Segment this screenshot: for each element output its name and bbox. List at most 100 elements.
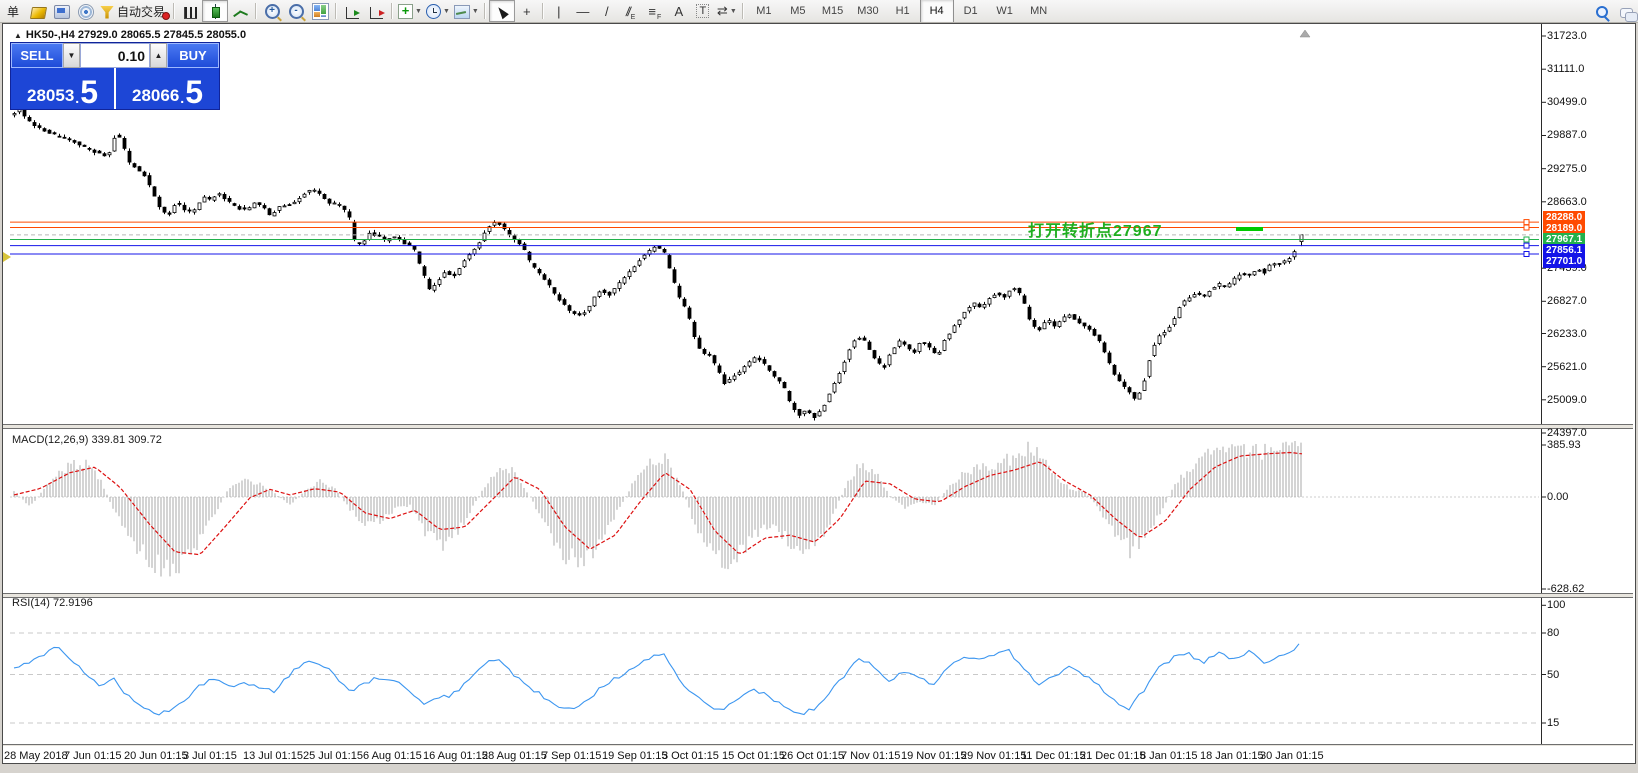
date-tick-label: 6 Aug 01:15 bbox=[363, 750, 422, 762]
support-line-1[interactable] bbox=[10, 243, 1539, 248]
line-handle[interactable] bbox=[1524, 237, 1529, 242]
vline-button[interactable]: | bbox=[547, 1, 571, 21]
toolbar-separator bbox=[484, 3, 486, 19]
tf-m15[interactable]: M15 bbox=[815, 0, 850, 23]
price-tick-label: 31723.0 bbox=[1547, 30, 1587, 42]
text-label-button[interactable]: T bbox=[691, 1, 715, 21]
tf-h1[interactable]: H1 bbox=[886, 0, 920, 23]
support-line-2[interactable] bbox=[10, 252, 1539, 257]
channel-button[interactable]: //E bbox=[619, 1, 643, 21]
trendline-button[interactable]: / bbox=[595, 1, 619, 21]
line-handle[interactable] bbox=[1524, 252, 1529, 257]
rsi-scale-label: 100 bbox=[1547, 599, 1565, 611]
volume-input[interactable] bbox=[81, 44, 149, 67]
autotrading-button[interactable]: 自动交易 bbox=[98, 1, 170, 21]
sell-price[interactable]: 28053.5 bbox=[11, 68, 114, 109]
tf-m5[interactable]: M5 bbox=[781, 0, 815, 23]
cursor-button[interactable] bbox=[489, 0, 515, 22]
rsi-pane-separator[interactable] bbox=[3, 593, 1633, 598]
templates-button[interactable]: ▼ bbox=[452, 1, 481, 21]
tf-d1[interactable]: D1 bbox=[954, 0, 988, 23]
toolbar-separator bbox=[173, 3, 175, 19]
date-tick-label: 3 Jul 01:15 bbox=[183, 750, 237, 762]
tf-mn[interactable]: MN bbox=[1022, 0, 1056, 23]
resistance-line-2[interactable] bbox=[10, 225, 1539, 230]
line-handle[interactable] bbox=[1524, 225, 1529, 230]
zoom-in-icon: + bbox=[265, 4, 280, 19]
sell-button[interactable]: SELL bbox=[11, 43, 63, 68]
bar-chart-icon bbox=[184, 7, 197, 19]
price-tick-label: 26827.0 bbox=[1547, 295, 1587, 307]
chat-icon[interactable] bbox=[1614, 1, 1638, 21]
one-click-trade-panel: SELL ▼ ▲ BUY 28053.5 28066.5 bbox=[10, 42, 220, 110]
line-chart-icon[interactable] bbox=[228, 1, 252, 21]
line-handle[interactable] bbox=[1524, 220, 1529, 225]
tf-m1[interactable]: M1 bbox=[747, 0, 781, 23]
price-tick-label: 25621.0 bbox=[1547, 361, 1587, 373]
periods-button[interactable]: ▼ bbox=[424, 1, 452, 21]
dropdown-arrow-icon[interactable]: ▼ bbox=[730, 8, 737, 15]
date-tick-label: 19 Nov 01:15 bbox=[901, 750, 966, 762]
toolbar-separator bbox=[391, 3, 393, 19]
chart-shift-marker[interactable] bbox=[1300, 30, 1310, 37]
dropdown-arrow-icon[interactable]: ▼ bbox=[443, 8, 450, 15]
arrows-button[interactable]: ⇄▼ bbox=[715, 1, 739, 21]
dropdown-arrow-icon[interactable]: ▼ bbox=[415, 8, 422, 15]
text-label-button: T bbox=[696, 4, 709, 18]
signals-icon[interactable] bbox=[74, 1, 98, 21]
auto-scroll-icon bbox=[346, 7, 359, 19]
zoom-out-icon[interactable]: - bbox=[284, 1, 308, 21]
dropdown-arrow-icon[interactable]: ▼ bbox=[472, 8, 479, 15]
date-tick-label: 11 Dec 01:15 bbox=[1021, 750, 1086, 762]
collapse-icon[interactable]: ▲ bbox=[14, 31, 22, 40]
search-icon[interactable] bbox=[1590, 1, 1614, 21]
chart-shift-icon[interactable] bbox=[364, 1, 388, 21]
buy-button[interactable]: BUY bbox=[167, 43, 219, 68]
line-handle[interactable] bbox=[1524, 243, 1529, 248]
date-axis-separator bbox=[3, 744, 1633, 746]
tile-windows-icon bbox=[312, 3, 329, 20]
date-tick-label: 15 Oct 01:15 bbox=[722, 750, 785, 762]
bar-chart-icon[interactable] bbox=[178, 1, 202, 21]
toolbar-separator bbox=[255, 3, 257, 19]
date-tick-label: 29 Nov 01:15 bbox=[961, 750, 1026, 762]
macd-pane-separator[interactable] bbox=[3, 424, 1633, 429]
date-tick-label: 3 Oct 01:15 bbox=[662, 750, 719, 762]
new-order-icon bbox=[29, 7, 46, 19]
support-line-2-price-label: 27701.0 bbox=[1543, 255, 1585, 268]
chart-canvas[interactable] bbox=[0, 0, 1638, 773]
macd-scale-label: 0.00 bbox=[1547, 491, 1568, 503]
auto-scroll-icon[interactable] bbox=[340, 1, 364, 21]
rsi-scale-label: 50 bbox=[1547, 669, 1559, 681]
zoom-out-icon: - bbox=[289, 4, 304, 19]
tf-w1[interactable]: W1 bbox=[988, 0, 1022, 23]
candlestick-series bbox=[13, 108, 1303, 420]
macd-histogram bbox=[14, 441, 1301, 577]
volume-down-button[interactable]: ▼ bbox=[63, 43, 80, 68]
hline-button[interactable]: — bbox=[571, 1, 595, 21]
buy-price[interactable]: 28066.5 bbox=[116, 68, 219, 109]
rsi-scale-label: 15 bbox=[1547, 717, 1559, 729]
resistance-line-1[interactable] bbox=[10, 220, 1539, 225]
new-order-icon[interactable] bbox=[26, 1, 50, 21]
toolbar: 单自动交易+-+▼▼▼+|—///E≡FAT⇄▼M1M5M15M30H1H4D1… bbox=[0, 0, 1638, 23]
orders-label[interactable]: 单 bbox=[0, 1, 26, 21]
price-tick-label: 31111.0 bbox=[1547, 63, 1584, 75]
new-chart-button: + bbox=[398, 4, 413, 19]
fibonacci-button[interactable]: ≡F bbox=[643, 1, 667, 21]
macd-label: MACD(12,26,9) 339.81 309.72 bbox=[12, 434, 162, 446]
signals-icon bbox=[78, 4, 94, 20]
crosshair-button[interactable]: + bbox=[515, 1, 539, 21]
tile-windows-icon[interactable] bbox=[308, 1, 332, 21]
tf-m30[interactable]: M30 bbox=[850, 0, 885, 23]
terminal-icon[interactable] bbox=[50, 1, 74, 21]
pivot-annotation-text[interactable]: 打开转折点27967 bbox=[1028, 217, 1163, 241]
zoom-in-icon[interactable]: + bbox=[260, 1, 284, 21]
tf-h4[interactable]: H4 bbox=[920, 0, 954, 23]
green-trend-segment[interactable] bbox=[1236, 227, 1263, 231]
new-chart-button[interactable]: +▼ bbox=[396, 1, 424, 21]
volume-up-button[interactable]: ▲ bbox=[150, 43, 167, 68]
text-button[interactable]: A bbox=[667, 1, 691, 21]
candlestick-chart-icon[interactable] bbox=[202, 0, 228, 22]
pivot-line[interactable] bbox=[10, 237, 1539, 242]
